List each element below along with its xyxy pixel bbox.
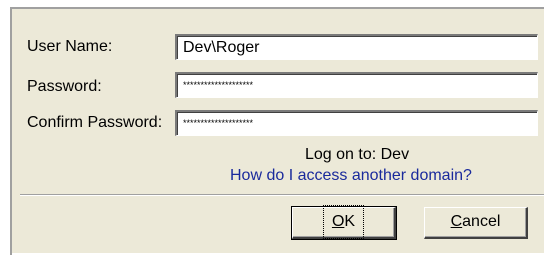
username-input[interactable]: Dev\Roger [175,34,538,60]
confirm-password-label: Confirm Password: [27,114,163,131]
dialog-top-border [10,7,544,9]
password-input[interactable]: ******************** [175,72,538,98]
password-label: Password: [27,78,102,95]
dialog-left-border [10,7,12,255]
password-input-mask: ******************** [183,80,254,90]
confirm-password-input-mask: ******************** [183,118,254,128]
username-input-value: Dev\Roger [183,39,260,56]
access-another-domain-link[interactable]: How do I access another domain? [230,167,472,185]
confirm-password-input[interactable]: ******************** [175,110,538,136]
logon-domain-text: Log on to: Dev [305,146,410,163]
username-label: User Name: [27,38,113,55]
button-divider [20,194,544,196]
cancel-button-label: Cancel [450,213,501,230]
ok-button-label: OK [322,205,365,239]
cancel-button[interactable]: Cancel [424,207,528,239]
logon-dialog: User Name: Dev\Roger Password: *********… [8,5,544,255]
ok-button[interactable]: OK [291,205,397,240]
